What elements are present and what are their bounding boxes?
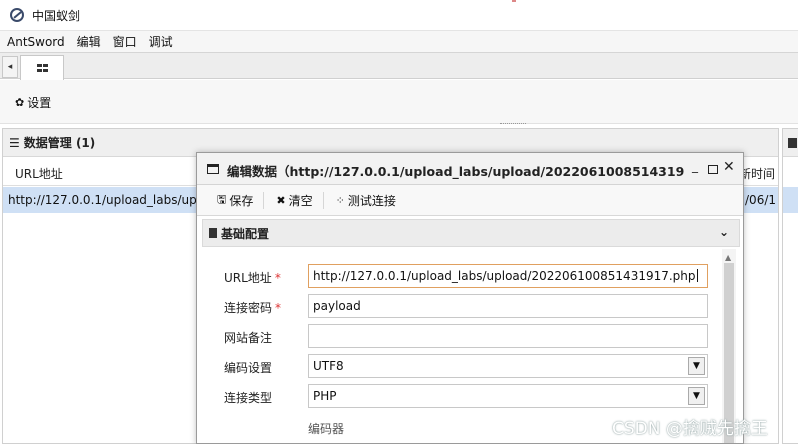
section-title: 基础配置 (221, 226, 270, 241)
tab-home[interactable] (20, 55, 64, 80)
menubar: AntSword 编辑 窗口 调试 (0, 30, 798, 52)
clear-button[interactable]: ✖ 清空 (264, 191, 324, 209)
settings-toolbar: ✿ 设置 (0, 80, 798, 124)
window-titlebar: 中国蚁剑 (0, 0, 798, 30)
folder-icon (788, 138, 797, 148)
csdn-watermark: CSDN @擒贼先擒王 (612, 419, 768, 439)
connection-type-label: 连接类型 (224, 391, 273, 405)
settings-label: 设置 (27, 96, 52, 110)
tab-scroll-left-button[interactable]: ◂ (2, 56, 18, 78)
save-label: 保存 (229, 193, 254, 208)
dialog-toolbar: 🖫 保存 ✖ 清空 ⁘ 测试连接 (197, 185, 743, 216)
antsword-logo-icon (10, 8, 24, 22)
menu-debug[interactable]: 调试 (143, 31, 179, 53)
tab-bar: ◂ (0, 52, 798, 80)
note-field[interactable] (308, 324, 708, 348)
dialog-title: 编辑数据（http://127.0.0.1/upload_labs/upload… (227, 164, 685, 179)
required-marker: * (275, 301, 282, 315)
minimize-button[interactable]: _ (692, 159, 698, 173)
test-connection-button[interactable]: ⁘ 测试连接 (324, 192, 406, 209)
menu-antsword[interactable]: AntSword (0, 31, 71, 53)
panel-splitter-handle[interactable] (500, 123, 526, 126)
data-panel-title: 数据管理 (1) (23, 136, 96, 150)
note-label: 网站备注 (224, 331, 273, 345)
grid-icon (37, 64, 48, 72)
encoding-select[interactable]: UTF8 ▼ (308, 354, 708, 378)
required-marker: * (274, 271, 281, 285)
chevron-down-icon[interactable]: ⌄ (719, 225, 729, 239)
gear-icon: ✿ (15, 96, 25, 109)
right-side-panel (782, 128, 798, 444)
column-url-header[interactable]: URL地址 (15, 165, 63, 182)
clear-icon: ✖ (276, 193, 286, 207)
encoder-label: 编码器 (308, 422, 345, 436)
maximize-button[interactable] (708, 165, 718, 174)
column-time-header[interactable]: 新时间 (739, 165, 775, 182)
close-button[interactable]: ✕ (723, 159, 735, 175)
list-icon: ☰ (9, 135, 20, 150)
row-url-cell: http://127.0.0.1/upload_labs/upload/2022… (8, 193, 198, 207)
menu-window[interactable]: 窗口 (107, 31, 143, 53)
menu-edit[interactable]: 编辑 (71, 31, 107, 53)
url-label: URL地址 * (224, 271, 281, 285)
password-label: 连接密码 * (224, 301, 282, 315)
encoding-label: 编码设置 (224, 361, 273, 375)
edit-data-dialog: 编辑数据（http://127.0.0.1/upload_labs/upload… (196, 152, 744, 444)
dialog-titlebar[interactable]: 编辑数据（http://127.0.0.1/upload_labs/upload… (197, 153, 743, 185)
save-icon: 🖫 (217, 192, 227, 206)
basic-config-section-header[interactable]: 基础配置 ⌄ (202, 219, 740, 247)
window-title: 中国蚁剑 (32, 8, 81, 23)
right-panel-header (783, 129, 798, 157)
window-icon (207, 164, 219, 174)
chevron-down-icon[interactable]: ▼ (688, 387, 705, 405)
right-panel-selected-row[interactable] (783, 187, 798, 213)
text-caret (696, 269, 698, 282)
save-button[interactable]: 🖫 保存 (203, 191, 265, 209)
spinner-icon: ⁘ (335, 193, 345, 207)
chevron-down-icon[interactable]: ▼ (688, 357, 705, 375)
titlebar-marker (512, 0, 516, 2)
scroll-up-icon[interactable]: ▲ (725, 253, 731, 262)
url-field[interactable]: http://127.0.0.1/upload_labs/upload/2022… (308, 264, 708, 288)
test-connection-label: 测试连接 (347, 193, 396, 208)
settings-button[interactable]: ✿ 设置 (15, 94, 51, 111)
password-field[interactable]: payload (308, 294, 708, 318)
clear-label: 清空 (288, 193, 313, 208)
connection-type-select[interactable]: PHP ▼ (308, 384, 708, 408)
document-icon (209, 228, 217, 238)
